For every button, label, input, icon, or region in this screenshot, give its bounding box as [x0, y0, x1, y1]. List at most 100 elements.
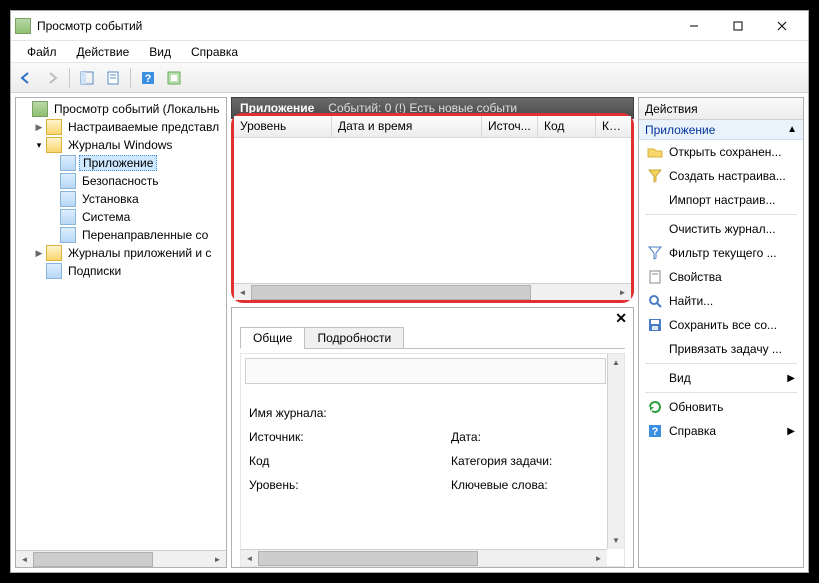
maximize-button[interactable] — [716, 12, 760, 40]
app-icon — [15, 18, 31, 34]
menu-help[interactable]: Справка — [181, 43, 248, 61]
tree-app-logs[interactable]: ▶ Журналы приложений и с — [16, 244, 226, 262]
action-refresh[interactable]: Обновить — [639, 395, 803, 419]
action-properties[interactable]: Свойства — [639, 265, 803, 289]
label-source: Источник: — [249, 430, 304, 444]
tree-security[interactable]: Безопасность — [16, 172, 226, 190]
tree-pane: Просмотр событий (Локальнь ▶ Настраиваем… — [15, 97, 227, 568]
details-hscrollbar[interactable]: ◄ ► — [241, 549, 607, 566]
center-pane: Приложение Событий: 0 (!) Есть новые соб… — [231, 97, 634, 568]
filter-new-icon — [647, 168, 663, 184]
col-level[interactable]: Уровень — [234, 116, 332, 137]
action-create-custom[interactable]: Создать настраива... — [639, 164, 803, 188]
window-title: Просмотр событий — [37, 19, 672, 33]
tree-setup[interactable]: Установка — [16, 190, 226, 208]
label-task-category: Категория задачи: — [451, 454, 552, 468]
details-pane: ✕ Общие Подробности Имя журнала: Источни… — [231, 307, 634, 568]
log-icon — [60, 191, 76, 207]
details-body: Имя журнала: Источник: Код Уровень: Дата… — [240, 353, 625, 567]
folder-icon — [46, 245, 62, 261]
filter-icon — [647, 245, 663, 261]
log-icon — [60, 173, 76, 189]
grid-hscrollbar[interactable]: ◄ ► — [234, 283, 631, 300]
col-source[interactable]: Источ... — [482, 116, 538, 137]
close-details-button[interactable]: ✕ — [615, 310, 627, 327]
details-vscrollbar[interactable]: ▲ ▼ — [607, 354, 624, 549]
actions-pane: Действия Приложение ▲ Открыть сохранен..… — [638, 97, 804, 568]
action-clear-log[interactable]: Очистить журнал... — [639, 217, 803, 241]
col-datetime[interactable]: Дата и время — [332, 116, 482, 137]
refresh-icon — [647, 399, 663, 415]
menu-view[interactable]: Вид — [139, 43, 181, 61]
help-topics-button[interactable] — [163, 67, 185, 89]
event-grid-highlight: Уровень Дата и время Источ... Код со... … — [231, 113, 634, 303]
subscriptions-icon — [46, 263, 62, 279]
action-attach-task[interactable]: Привязать задачу ... — [639, 337, 803, 361]
close-button[interactable] — [760, 12, 804, 40]
action-filter[interactable]: Фильтр текущего ... — [639, 241, 803, 265]
chevron-right-icon: ▶ — [787, 426, 795, 437]
log-icon — [60, 155, 76, 171]
help-icon: ? — [647, 423, 663, 439]
tree-subscriptions[interactable]: Подписки — [16, 262, 226, 280]
folder-icon — [46, 137, 62, 153]
label-code: Код — [249, 454, 269, 468]
show-tree-button[interactable] — [76, 67, 98, 89]
properties-icon — [647, 269, 663, 285]
action-open-saved[interactable]: Открыть сохранен... — [639, 140, 803, 164]
import-icon — [647, 192, 663, 208]
tree-hscrollbar[interactable]: ◄ ► — [16, 550, 226, 567]
menubar: Файл Действие Вид Справка — [11, 41, 808, 63]
action-view[interactable]: Вид ▶ — [639, 366, 803, 390]
col-code[interactable]: Код со... — [538, 116, 596, 137]
tree-windows-logs[interactable]: ▾ Журналы Windows — [16, 136, 226, 154]
tree[interactable]: Просмотр событий (Локальнь ▶ Настраиваем… — [16, 98, 226, 550]
log-icon — [60, 209, 76, 225]
label-keywords: Ключевые слова: — [451, 478, 548, 492]
action-import-custom[interactable]: Импорт настраив... — [639, 188, 803, 212]
tab-general[interactable]: Общие — [240, 327, 305, 349]
details-message-box — [245, 358, 606, 384]
save-icon — [647, 317, 663, 333]
chevron-right-icon: ▶ — [787, 373, 795, 384]
find-icon — [647, 293, 663, 309]
collapse-icon: ▲ — [787, 124, 797, 135]
event-viewer-icon — [32, 101, 48, 117]
details-tabs: Общие Подробности — [240, 326, 625, 349]
back-button[interactable] — [15, 67, 37, 89]
tree-forwarded[interactable]: Перенаправленные со — [16, 226, 226, 244]
grid-header: Уровень Дата и время Источ... Код со... … — [234, 116, 631, 138]
toolbar: ? — [11, 63, 808, 93]
menu-action[interactable]: Действие — [67, 43, 140, 61]
action-save-all[interactable]: Сохранить все со... — [639, 313, 803, 337]
label-level: Уровень: — [249, 478, 299, 492]
titlebar[interactable]: Просмотр событий — [11, 11, 808, 41]
folder-open-icon — [647, 144, 663, 160]
folder-icon — [46, 119, 62, 135]
view-icon — [647, 370, 663, 386]
clear-icon — [647, 221, 663, 237]
menu-file[interactable]: Файл — [17, 43, 67, 61]
window: Просмотр событий Файл Действие Вид Справ… — [10, 10, 809, 573]
action-help[interactable]: ? Справка ▶ — [639, 419, 803, 443]
attach-task-icon — [647, 341, 663, 357]
tree-system[interactable]: Система — [16, 208, 226, 226]
forward-button[interactable] — [41, 67, 63, 89]
action-find[interactable]: Найти... — [639, 289, 803, 313]
col-category[interactable]: Катег — [596, 116, 631, 137]
tab-details[interactable]: Подробности — [304, 327, 404, 349]
grid-body[interactable] — [234, 138, 631, 283]
minimize-button[interactable] — [672, 12, 716, 40]
tree-application[interactable]: Приложение — [16, 154, 226, 172]
help-button[interactable]: ? — [137, 67, 159, 89]
actions-title: Действия — [639, 98, 803, 120]
log-icon — [60, 227, 76, 243]
svg-text:?: ? — [652, 426, 659, 438]
label-date: Дата: — [451, 430, 481, 444]
actions-subtitle[interactable]: Приложение ▲ — [639, 120, 803, 140]
label-log-name: Имя журнала: — [249, 406, 327, 420]
tree-custom-views[interactable]: ▶ Настраиваемые представл — [16, 118, 226, 136]
properties-button[interactable] — [102, 67, 124, 89]
tree-root[interactable]: Просмотр событий (Локальнь — [16, 100, 226, 118]
svg-text:?: ? — [145, 73, 152, 85]
